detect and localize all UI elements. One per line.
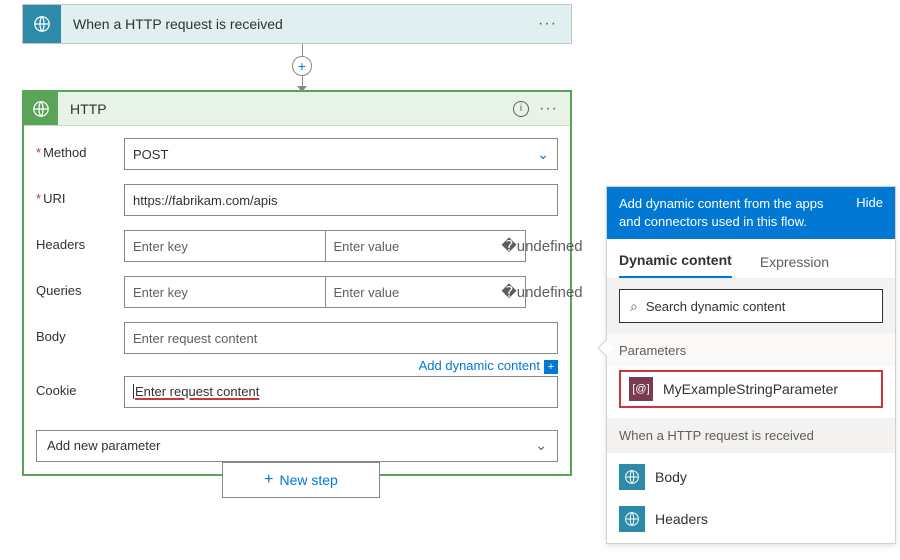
queries-key-input[interactable]: Enter key [124, 276, 325, 308]
text-mode-icon[interactable]: �undefined [526, 237, 558, 255]
add-parameter-select[interactable]: Add new parameter ⌄ [36, 430, 558, 462]
hide-tip-button[interactable]: Hide [856, 195, 883, 231]
section-trigger-outputs: When a HTTP request is received [607, 418, 895, 453]
tab-dynamic-content[interactable]: Dynamic content [619, 252, 732, 278]
globe-icon [32, 100, 50, 118]
method-select[interactable]: POST ⌄ [124, 138, 558, 170]
action-title: HTTP [58, 101, 107, 117]
chevron-down-icon: ⌄ [535, 437, 547, 454]
globe-icon [619, 464, 645, 490]
trigger-more-icon[interactable]: ··· [538, 15, 571, 33]
action-icon-stripe [24, 92, 58, 125]
tab-expression[interactable]: Expression [760, 254, 829, 278]
parameter-icon: [@] [629, 377, 653, 401]
search-icon: ⌕ [630, 298, 638, 315]
headers-label: Headers [36, 230, 124, 252]
panel-tip-message: Add dynamic content from the apps and co… [619, 195, 829, 231]
plus-icon: + [264, 471, 273, 489]
info-icon[interactable]: i [513, 101, 529, 117]
new-step-button[interactable]: + New step [222, 462, 380, 498]
dynamic-item-body[interactable]: Body [619, 459, 883, 495]
search-input[interactable]: ⌕ Search dynamic content [619, 289, 883, 323]
http-action-card: HTTP i ··· *Method POST ⌄ *URI https://f… [22, 90, 572, 476]
queries-value-input[interactable]: Enter value [325, 276, 527, 308]
dynamic-content-panel: Add dynamic content from the apps and co… [606, 186, 896, 544]
add-dynamic-content-link[interactable]: Add dynamic content+ [124, 358, 558, 374]
panel-tip: Add dynamic content from the apps and co… [607, 187, 895, 239]
panel-tabs: Dynamic content Expression [607, 239, 895, 279]
flow-connector: + [292, 44, 312, 92]
body-input[interactable]: Enter request content [124, 322, 558, 354]
body-label: Body [36, 322, 124, 344]
trigger-title: When a HTTP request is received [61, 16, 283, 32]
section-parameters: Parameters [607, 333, 895, 366]
trigger-icon-stripe [23, 5, 61, 43]
globe-icon [33, 15, 51, 33]
action-header[interactable]: HTTP i ··· [24, 92, 570, 126]
cookie-input[interactable]: Enter request content [124, 376, 558, 408]
insert-step-button[interactable]: + [292, 56, 312, 76]
action-more-icon[interactable]: ··· [539, 100, 570, 118]
headers-value-input[interactable]: Enter value [325, 230, 527, 262]
headers-key-input[interactable]: Enter key [124, 230, 325, 262]
uri-label: *URI [36, 184, 124, 206]
parameter-chip[interactable]: [@] MyExampleStringParameter [619, 370, 883, 408]
trigger-card[interactable]: When a HTTP request is received ··· [22, 4, 572, 44]
text-mode-icon[interactable]: �undefined [526, 283, 558, 301]
chevron-down-icon: ⌄ [537, 146, 549, 163]
method-label: *Method [36, 138, 124, 160]
uri-input[interactable]: https://fabrikam.com/apis [124, 184, 558, 216]
cookie-label: Cookie [36, 376, 124, 398]
dynamic-item-headers[interactable]: Headers [619, 501, 883, 537]
queries-label: Queries [36, 276, 124, 298]
dynamic-flag-icon: + [544, 360, 558, 374]
globe-icon [619, 506, 645, 532]
